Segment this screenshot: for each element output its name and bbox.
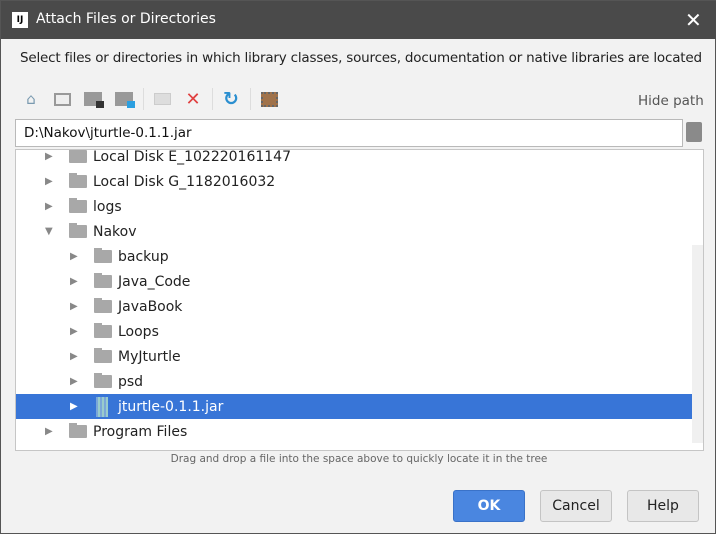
tree-item-label: Nakov	[93, 223, 137, 240]
jar-icon	[96, 396, 108, 417]
tree-item[interactable]: ▶ Local Disk E_102220161147	[16, 149, 692, 169]
folder-icon	[94, 348, 112, 363]
show-hidden-icon[interactable]	[257, 87, 281, 111]
module-icon[interactable]	[112, 87, 136, 111]
scrollbar[interactable]	[692, 245, 703, 443]
tree-item[interactable]: ▶ backup	[16, 244, 692, 269]
tree-item[interactable]: ▶ Local Disk G_1182016032	[16, 169, 692, 194]
tree-item-label: logs	[93, 198, 122, 215]
expand-arrow-icon[interactable]: ▶	[45, 201, 53, 212]
expand-arrow-icon[interactable]: ▶	[70, 326, 78, 337]
path-input[interactable]	[15, 119, 683, 147]
folder-icon	[69, 150, 87, 163]
ok-button[interactable]: OK	[453, 490, 525, 522]
tree-item[interactable]: ▶ MyJturtle	[16, 344, 692, 369]
tree-item-label: Java_Code	[118, 273, 191, 290]
path-history-icon[interactable]	[686, 122, 702, 142]
tree-item[interactable]: ▶ psd	[16, 369, 692, 394]
expand-arrow-icon[interactable]: ▶	[70, 376, 78, 387]
folder-icon	[69, 423, 87, 438]
expand-arrow-icon[interactable]: ▶	[70, 351, 78, 362]
folder-icon	[69, 198, 87, 213]
folder-icon	[94, 273, 112, 288]
folder-icon	[94, 373, 112, 388]
toolbar-separator	[143, 88, 144, 110]
expand-arrow-icon[interactable]: ▶	[70, 251, 78, 262]
folder-icon	[94, 248, 112, 263]
tree-item-label: Local Disk E_102220161147	[93, 149, 291, 165]
window-title: Attach Files or Directories	[36, 11, 216, 27]
hide-path-link[interactable]: Hide path	[638, 93, 704, 109]
tree-item[interactable]: ▶ Java_Code	[16, 269, 692, 294]
delete-icon[interactable]: ✕	[181, 87, 205, 111]
tree-item[interactable]: ▶ Program Files	[16, 419, 692, 444]
tree-item[interactable]: ▶ JavaBook	[16, 294, 692, 319]
new-folder-icon[interactable]	[150, 87, 174, 111]
home-icon[interactable]: ⌂	[19, 87, 43, 111]
desktop-icon[interactable]	[50, 87, 74, 111]
help-button[interactable]: Help	[627, 490, 699, 522]
expand-arrow-icon[interactable]: ▶	[45, 426, 53, 437]
toolbar: ⌂ ✕ ↻	[19, 87, 288, 111]
drag-drop-hint: Drag and drop a file into the space abov…	[170, 453, 548, 465]
tree-item[interactable]: ▶ jturtle-0.1.1.jar	[16, 394, 692, 419]
folder-icon	[94, 323, 112, 338]
tree-item[interactable]: ▶ logs	[16, 194, 692, 219]
tree-item[interactable]: ▼ Nakov	[16, 219, 692, 244]
expand-arrow-icon[interactable]: ▶	[45, 151, 53, 162]
tree-item-label: Local Disk G_1182016032	[93, 173, 276, 190]
folder-icon	[69, 173, 87, 188]
tree-item-label: jturtle-0.1.1.jar	[118, 398, 224, 415]
toolbar-separator	[250, 88, 251, 110]
description: Select files or directories in which lib…	[20, 50, 702, 66]
tree-item-label: Program Files	[93, 423, 188, 440]
folder-icon	[69, 223, 87, 238]
file-tree[interactable]: ▶ Program Files ▶ jturtle-0.1.1.jar ▶ psd ▶ MyJ…	[15, 149, 704, 451]
tree-item-label: MyJturtle	[118, 348, 181, 365]
tree-item-label: JavaBook	[118, 298, 183, 315]
collapse-arrow-icon[interactable]: ▼	[45, 226, 53, 237]
tree-item-label: backup	[118, 248, 169, 265]
expand-arrow-icon[interactable]: ▶	[45, 176, 53, 187]
folder-icon	[94, 298, 112, 313]
toolbar-separator	[212, 88, 213, 110]
project-icon[interactable]	[81, 87, 105, 111]
tree-item-label: psd	[118, 373, 144, 390]
expand-arrow-icon[interactable]: ▶	[70, 276, 78, 287]
tree-item-label: Loops	[118, 323, 159, 340]
app-icon: IJ	[12, 12, 28, 28]
cancel-button[interactable]: Cancel	[540, 490, 612, 522]
refresh-icon[interactable]: ↻	[219, 87, 243, 111]
title-bar: IJ Attach Files or Directories ✕	[1, 1, 716, 39]
expand-arrow-icon[interactable]: ▶	[70, 401, 78, 412]
tree-item[interactable]: ▶ Loops	[16, 319, 692, 344]
expand-arrow-icon[interactable]: ▶	[70, 301, 78, 312]
close-icon[interactable]: ✕	[685, 8, 702, 32]
